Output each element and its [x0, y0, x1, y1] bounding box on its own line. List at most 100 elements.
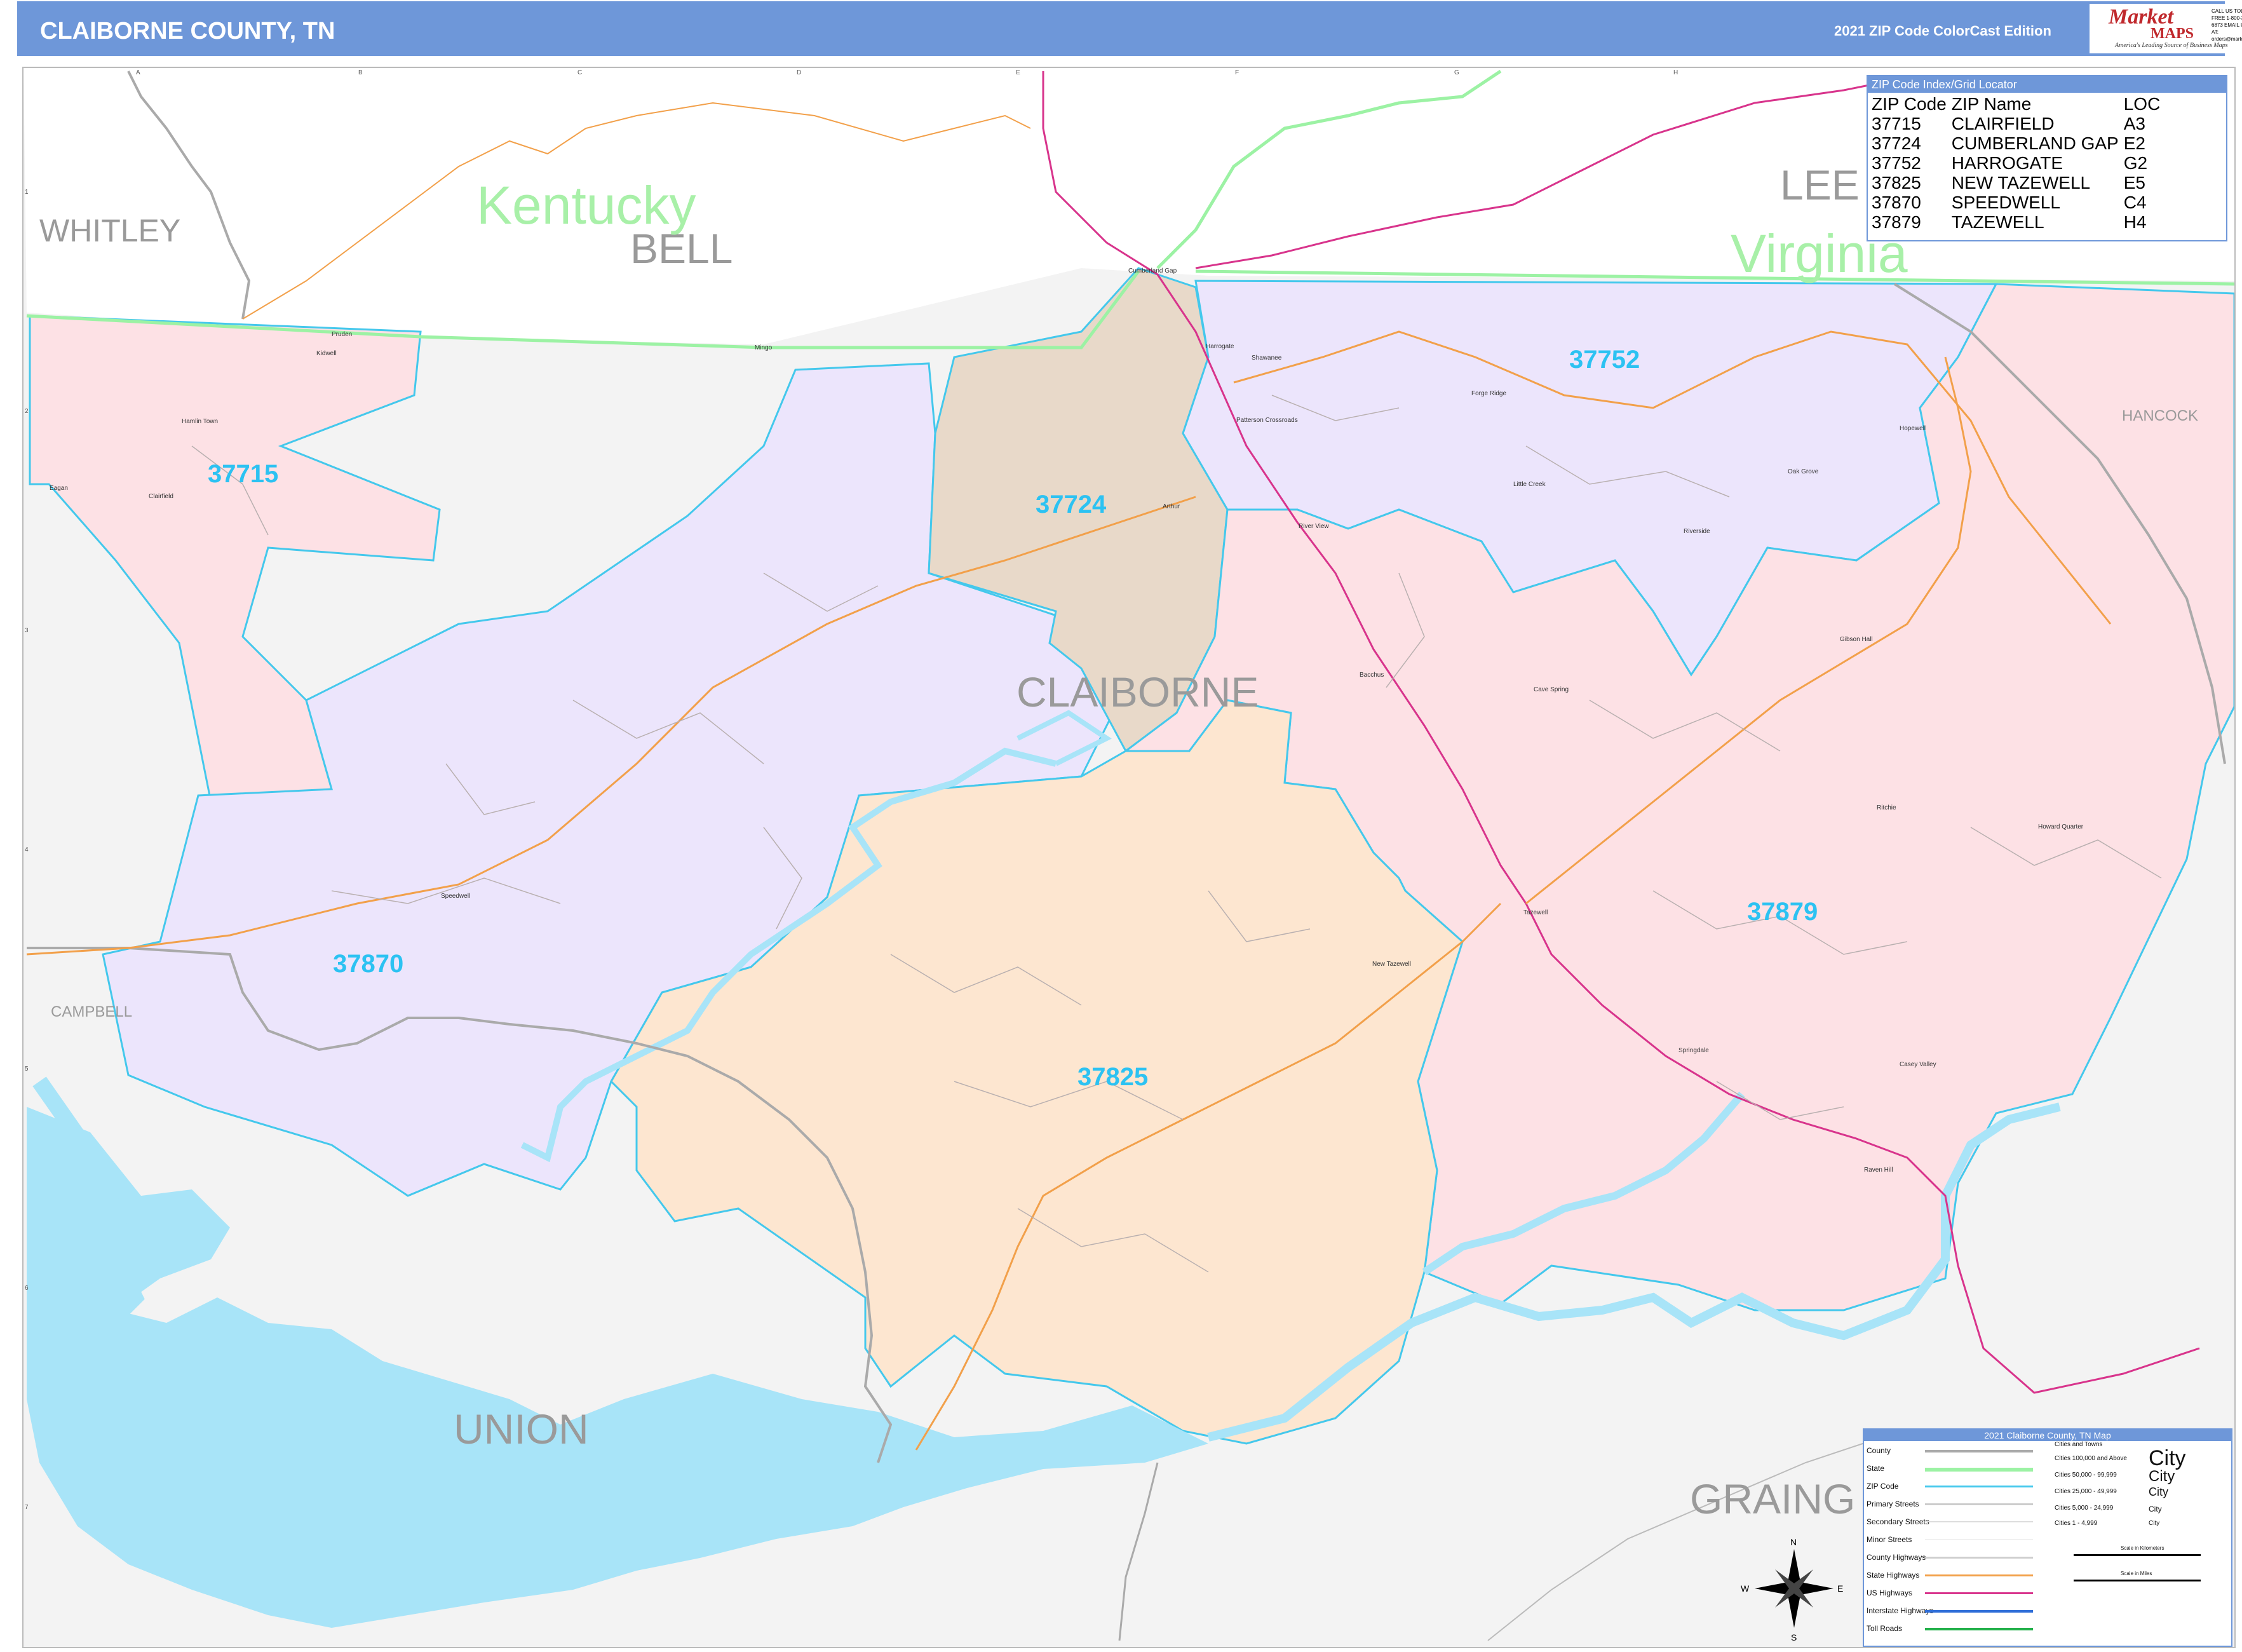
- legend-minor-line: [1925, 1539, 2033, 1540]
- legend-interstate-highways: Interstate Highways: [1867, 1606, 1934, 1615]
- map-title: CLAIBORNE COUNTY, TN: [40, 18, 335, 44]
- legend-city-sample-3: City: [2149, 1486, 2168, 1498]
- county-label-hancock: HANCOCK: [2122, 407, 2198, 424]
- zip-label-37715[interactable]: 37715: [208, 460, 278, 488]
- grid-row-3: 3: [25, 627, 29, 634]
- zip-code-cell: 37879: [1872, 212, 1921, 232]
- loc-col-header: LOC: [2123, 94, 2161, 114]
- table-row[interactable]: 37879 TAZEWELL H4: [1869, 212, 2163, 232]
- table-row[interactable]: 37825 NEW TAZEWELL E5: [1869, 173, 2163, 193]
- zip-index-table: ZIP Code ZIP Name LOC 37715 CLAIRFIELD A…: [1869, 94, 2163, 232]
- grid-col-b: B: [358, 69, 363, 76]
- grid-row-2: 2: [25, 408, 29, 415]
- loc-cell: A3: [2123, 114, 2145, 133]
- zip-name-cell: HARROGATE: [1951, 153, 2063, 173]
- zip-label-37825[interactable]: 37825: [1077, 1063, 1148, 1091]
- zip-index-title: ZIP Code Index/Grid Locator: [1868, 76, 2226, 93]
- table-row[interactable]: 37870 SPEEDWELL C4: [1869, 193, 2163, 212]
- table-row[interactable]: 37715 CLAIRFIELD A3: [1869, 114, 2163, 133]
- town-little-creek: Little Creek: [1513, 481, 1546, 488]
- county-label-campbell: CAMPBELL: [51, 1003, 132, 1020]
- town-raven-hill: Raven Hill: [1864, 1167, 1893, 1174]
- zip-label-37879[interactable]: 37879: [1747, 898, 1818, 926]
- town-clairfield: Clairfield: [149, 493, 173, 500]
- zip-code-cell: 37752: [1872, 153, 1921, 173]
- loc-cell: E5: [2123, 173, 2145, 193]
- zip-code-cell: 37825: [1872, 173, 1921, 193]
- county-label-grainger: GRAING: [1690, 1475, 1855, 1522]
- market-maps-logo: Market MAPS America's Leading Source of …: [2090, 4, 2242, 53]
- legend-city-tier-1: Cities 100,000 and Above: [2055, 1455, 2127, 1462]
- compass-w: W: [1741, 1583, 1750, 1594]
- zip-code-cell: 37715: [1872, 114, 1921, 133]
- legend-cities-header: Cities and Towns: [2055, 1441, 2103, 1448]
- legend-secondary-line: [1925, 1521, 2033, 1522]
- logo-maps-text: MAPS: [2151, 25, 2194, 42]
- zip-name-cell: CUMBERLAND GAP: [1951, 133, 2119, 153]
- legend-toll-roads: Toll Roads: [1867, 1624, 1903, 1633]
- map-legend: 2021 Claiborne County, TN Map County Sta…: [1863, 1428, 2232, 1647]
- legend-scale-miles-bar: [2074, 1580, 2201, 1581]
- county-label-claiborne: CLAIBORNE: [1016, 668, 1259, 715]
- grid-row-1: 1: [25, 189, 29, 196]
- table-row[interactable]: 37752 HARROGATE G2: [1869, 153, 2163, 173]
- legend-city-sample-5: City: [2149, 1520, 2160, 1527]
- legend-state-hwy-line: [1925, 1574, 2033, 1576]
- grid-row-6: 6: [25, 1285, 29, 1292]
- legend-city-sample-2: City: [2149, 1468, 2175, 1485]
- town-river-view: River View: [1299, 523, 1329, 530]
- legend-city-tier-5: Cities 1 - 4,999: [2055, 1520, 2098, 1527]
- town-cumberland-gap: Cumberland Gap: [1128, 267, 1177, 274]
- compass-e: E: [1837, 1583, 1843, 1594]
- zip-name-cell: SPEEDWELL: [1951, 193, 2060, 212]
- zip-label-37724[interactable]: 37724: [1036, 491, 1107, 518]
- map-canvas[interactable]: WHITLEY BELL LEE HANCOCK CAMPBELL UNION …: [24, 68, 2234, 1647]
- town-tazewell: Tazewell: [1523, 909, 1548, 916]
- legend-county: County: [1867, 1446, 1891, 1455]
- town-eagan: Eagan: [50, 485, 68, 492]
- zip-name-cell: CLAIRFIELD: [1951, 114, 2055, 133]
- grid-col-e: E: [1016, 69, 1020, 76]
- zip-name-cell: TAZEWELL: [1951, 212, 2044, 232]
- town-casey-valley: Casey Valley: [1900, 1061, 1936, 1068]
- grid-row-5: 5: [25, 1066, 29, 1073]
- zip-code-cell: 37870: [1872, 193, 1921, 212]
- loc-cell: G2: [2123, 153, 2148, 173]
- town-arthur: Arthur: [1163, 503, 1180, 510]
- town-hopewell: Hopewell: [1900, 425, 1926, 432]
- zip-label-37870[interactable]: 37870: [333, 950, 403, 978]
- legend-city-tier-3: Cities 25,000 - 49,999: [2055, 1488, 2117, 1495]
- map-frame[interactable]: WHITLEY BELL LEE HANCOCK CAMPBELL UNION …: [22, 67, 2236, 1648]
- town-hamlin-town: Hamlin Town: [182, 418, 218, 425]
- zip-label-37752[interactable]: 37752: [1569, 346, 1640, 374]
- town-speedwell: Speedwell: [441, 893, 470, 900]
- legend-zip-code: ZIP Code: [1867, 1482, 1899, 1491]
- legend-secondary-streets: Secondary Streets: [1867, 1517, 1929, 1526]
- town-pruden: Pruden: [332, 331, 352, 338]
- zip-name-col-header: ZIP Name: [1951, 94, 2032, 114]
- loc-cell: C4: [2123, 193, 2147, 212]
- town-forge-ridge: Forge Ridge: [1471, 390, 1506, 397]
- legend-minor-streets: Minor Streets: [1867, 1535, 1912, 1544]
- legend-toll-line: [1925, 1628, 2033, 1630]
- edition-label: 2021 ZIP Code ColorCast Edition: [1834, 23, 2051, 39]
- zip-index-header-row: ZIP Code ZIP Name LOC: [1869, 94, 2163, 114]
- logo-contact: CALL US TOLL FREE 1-800-334-6873 EMAIL U…: [2212, 8, 2242, 42]
- town-bacchus: Bacchus: [1360, 672, 1384, 679]
- grid-col-d: D: [797, 69, 802, 76]
- town-mingo: Mingo: [755, 344, 773, 351]
- compass-s: S: [1791, 1632, 1797, 1642]
- table-row[interactable]: 37724 CUMBERLAND GAP E2: [1869, 133, 2163, 153]
- legend-county-line: [1925, 1450, 2033, 1452]
- grid-row-4: 4: [25, 846, 29, 853]
- legend-us-hwy-line: [1925, 1592, 2033, 1594]
- legend-scale-miles: Scale in Miles: [2121, 1571, 2152, 1576]
- legend-state: State: [1867, 1464, 1885, 1473]
- town-ritchie: Ritchie: [1877, 804, 1896, 811]
- legend-primary-line: [1925, 1503, 2033, 1505]
- legend-state-highways: State Highways: [1867, 1571, 1920, 1580]
- zip-index-panel: ZIP Code Index/Grid Locator ZIP Code ZIP…: [1867, 75, 2227, 241]
- town-gibson-hall: Gibson Hall: [1840, 636, 1873, 643]
- town-shawanee: Shawanee: [1252, 355, 1282, 362]
- legend-scale-km-bar: [2074, 1554, 2201, 1556]
